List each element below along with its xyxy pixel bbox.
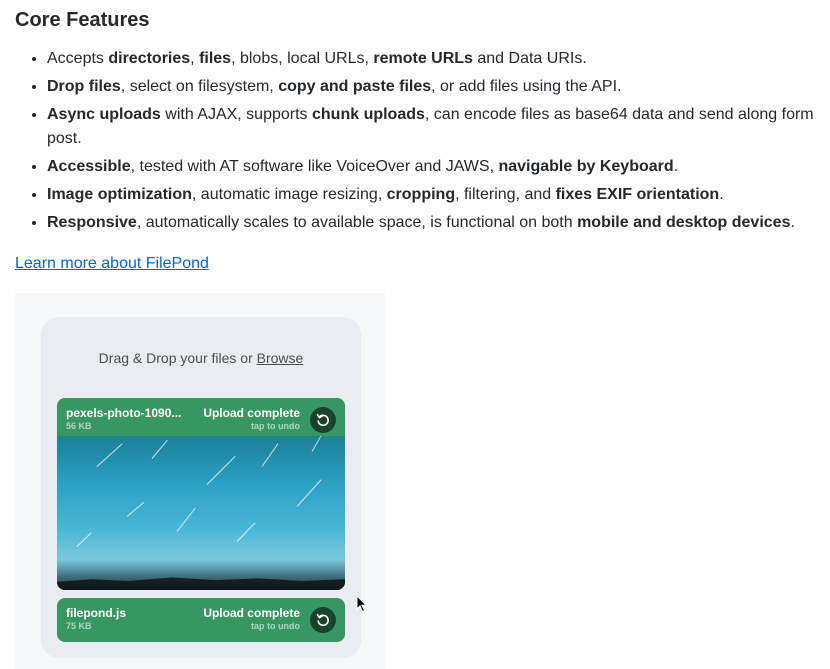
image-preview <box>57 435 345 590</box>
upload-substatus: tap to undo <box>251 421 300 431</box>
list-item: Drop files, select on filesystem, copy a… <box>47 75 820 99</box>
undo-icon <box>316 614 329 627</box>
learn-more-link[interactable]: Learn more about FilePond <box>15 254 209 274</box>
file-size: 75 KB <box>66 621 92 631</box>
feature-list: Accepts directories, files, blobs, local… <box>15 47 820 239</box>
mouse-cursor-icon <box>356 595 368 613</box>
list-item: Accepts directories, files, blobs, local… <box>47 47 820 71</box>
file-name: filepond.js <box>66 606 126 620</box>
list-item: Accessible, tested with AT software like… <box>47 155 820 179</box>
upload-status: Upload complete <box>203 606 300 620</box>
file-size: 56 KB <box>66 421 92 431</box>
undo-icon <box>316 414 329 427</box>
undo-button[interactable] <box>310 407 336 433</box>
file-item[interactable]: filepond.js 75 KB Upload complete tap to… <box>57 598 345 642</box>
undo-button[interactable] <box>310 607 336 633</box>
file-name: pexels-photo-1090... <box>66 406 182 420</box>
list-item: Responsive, automatically scales to avai… <box>47 211 820 235</box>
section-title: Core Features <box>15 9 150 31</box>
upload-status: Upload complete <box>203 406 300 420</box>
drop-label-text: Drag & Drop your files or <box>98 350 257 366</box>
file-item[interactable]: pexels-photo-1090... 56 KB Upload comple… <box>57 398 345 590</box>
list-item: Async uploads with AJAX, supports chunk … <box>47 103 820 151</box>
drop-label: Drag & Drop your files or Browse <box>41 348 361 368</box>
browse-link[interactable]: Browse <box>257 350 304 366</box>
upload-substatus: tap to undo <box>251 621 300 631</box>
list-item: Image optimization, automatic image resi… <box>47 183 820 207</box>
